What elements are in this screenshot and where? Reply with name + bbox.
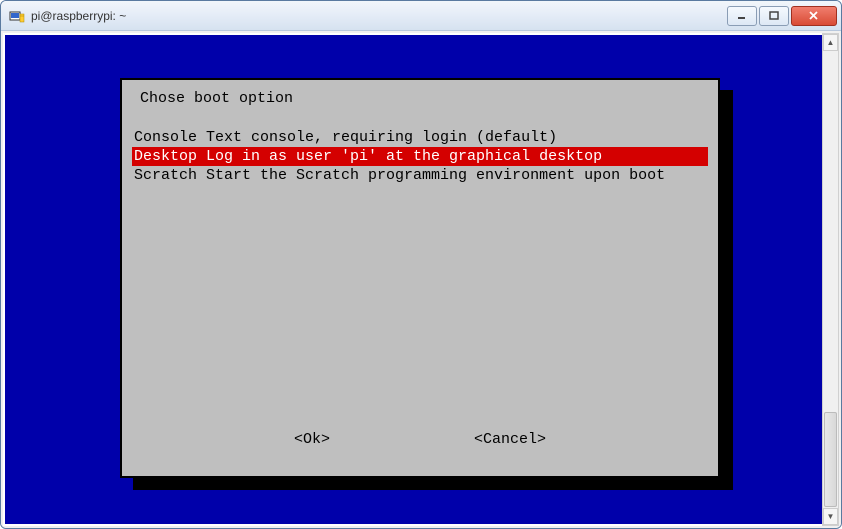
terminal-viewport[interactable]: Chose boot option Console Text console, …	[3, 33, 822, 526]
scroll-down-arrow-icon[interactable]: ▼	[823, 508, 838, 525]
minimize-button[interactable]	[727, 6, 757, 26]
dialog-title: Chose boot option	[140, 90, 293, 107]
client-area: Chose boot option Console Text console, …	[1, 31, 841, 528]
ok-button[interactable]: <Ok>	[294, 431, 330, 448]
menu-item-scratch[interactable]: Scratch Start the Scratch programming en…	[132, 166, 708, 185]
cancel-button[interactable]: <Cancel>	[474, 431, 546, 448]
menu-item-desktop[interactable]: Desktop Log in as user 'pi' at the graph…	[132, 147, 708, 166]
scroll-thumb[interactable]	[824, 412, 837, 507]
title-bar[interactable]: pi@raspberrypi: ~	[1, 1, 841, 31]
window-title: pi@raspberrypi: ~	[31, 9, 725, 23]
scroll-up-arrow-icon[interactable]: ▲	[823, 34, 838, 51]
menu-item-console[interactable]: Console Text console, requiring login (d…	[132, 128, 708, 147]
window-controls	[725, 6, 837, 26]
boot-option-dialog: Chose boot option Console Text console, …	[120, 78, 720, 478]
dialog-buttons: <Ok> <Cancel>	[122, 431, 718, 448]
putty-icon	[9, 8, 25, 24]
terminal-window: pi@raspberrypi: ~ Chose boot option	[0, 0, 842, 529]
vertical-scrollbar[interactable]: ▲ ▼	[822, 33, 839, 526]
close-button[interactable]	[791, 6, 837, 26]
maximize-button[interactable]	[759, 6, 789, 26]
menu-list[interactable]: Console Text console, requiring login (d…	[132, 128, 708, 185]
